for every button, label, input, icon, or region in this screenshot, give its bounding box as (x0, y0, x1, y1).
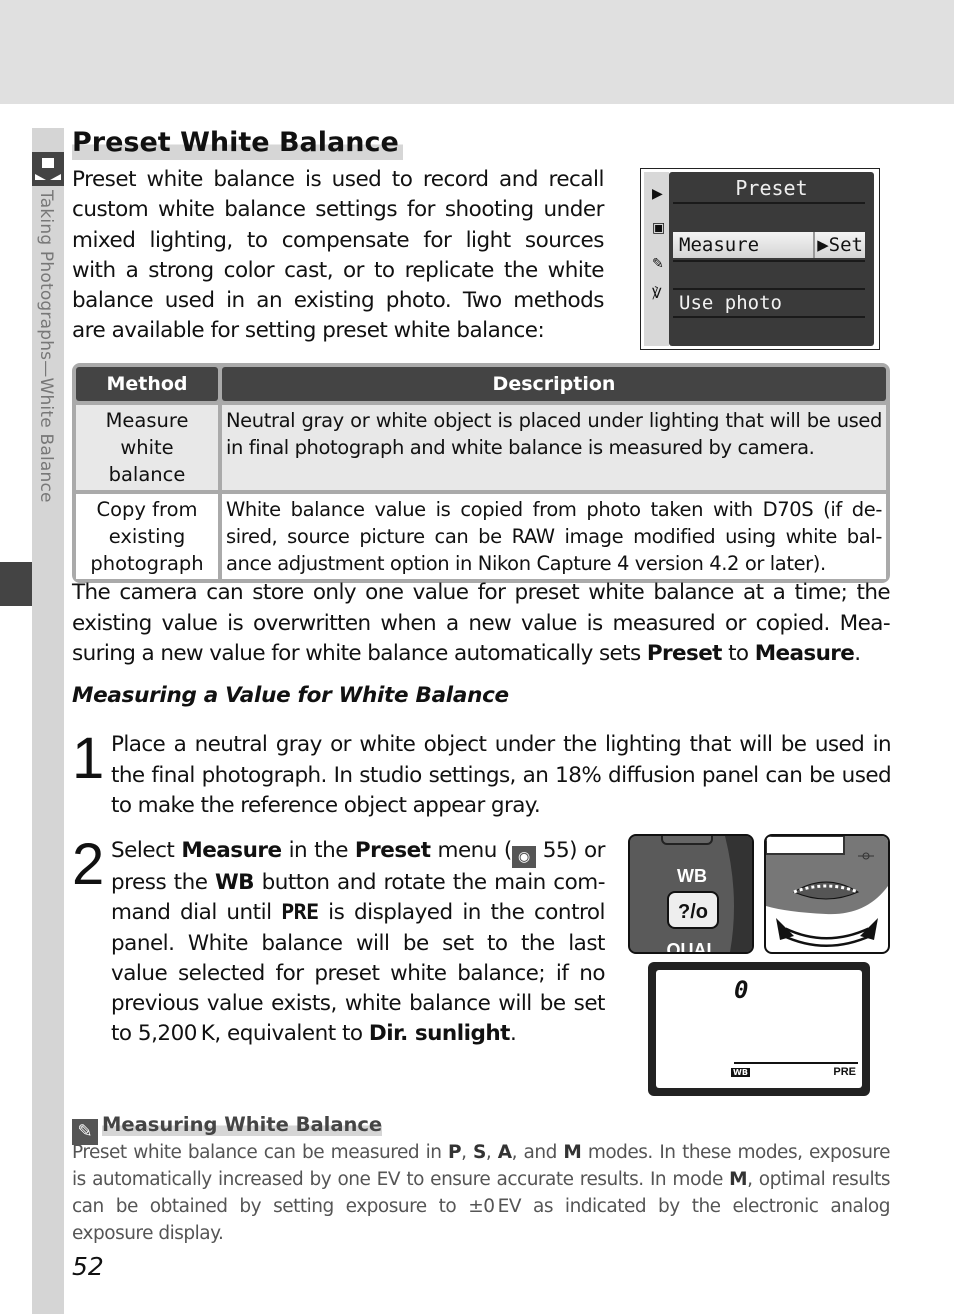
note-body: Preset white balance can be measured in … (72, 1142, 891, 1244)
rotate-right-arrow-icon (860, 918, 878, 940)
description-cell: White balance value is copied from photo… (222, 494, 886, 579)
camera-icon: ▣ (652, 220, 666, 236)
wb-indicator: WB (731, 1068, 750, 1077)
qual-label: QUAL (667, 940, 718, 952)
menu-title: Preset (735, 176, 808, 200)
page-number: 52 (72, 1252, 104, 1281)
methods-table: Method Description Measure white balance… (72, 363, 890, 583)
column-header-description: Description (222, 367, 886, 401)
step-number: 1 (72, 726, 105, 791)
camera-menu-icon (32, 152, 64, 186)
wb-label: WB (677, 866, 707, 886)
page-reference-icon: ◉ (511, 846, 536, 868)
rotate-left-arrow-icon (776, 918, 794, 940)
method-cell: Measure white balance (76, 405, 218, 490)
step-1-text: Place a neutral gray or white object und… (111, 732, 892, 818)
chapter-tab-marker (0, 562, 32, 606)
menu-row-empty (673, 260, 865, 286)
description-cell: Neutral gray or white object is placed u… (222, 405, 886, 490)
step-2-text: Select Measure in the Preset menu (◉ 55)… (111, 838, 606, 1047)
camera-menu-screenshot: ▶ ▣ ✎ ℣ Preset Measure ▶Set Use photo (640, 168, 880, 350)
column-header-method: Method (76, 367, 218, 401)
section-subheading: Measuring a Value for White Balance (72, 683, 509, 708)
storage-paragraph: The camera can store only one value for … (72, 580, 891, 666)
intro-paragraph: Preset white balance is used to record a… (72, 167, 605, 344)
chapter-label: Taking Photographs—White Balance (36, 190, 56, 503)
wrench-icon: ℣ (652, 286, 662, 302)
menu-row-empty (673, 202, 865, 228)
play-icon: ▶ (652, 186, 663, 202)
command-dial-illustration (764, 834, 890, 954)
menu-item-action: ▶Set (813, 232, 865, 258)
menu-item-measure[interactable]: Measure ▶Set (673, 232, 865, 258)
control-panel-illustration: 0 WB PRE (648, 962, 870, 1096)
segment-digit: 0 (734, 976, 749, 1004)
menu-panel: Preset Measure ▶Set Use photo (669, 172, 874, 346)
pre-indicator: PRE (833, 1066, 856, 1078)
step-number: 2 (72, 832, 105, 897)
table-row: Measure white balance Neutral gray or wh… (76, 405, 886, 490)
wb-button-illustration: WB ?/o QUAL (628, 834, 754, 954)
top-margin-band (0, 0, 954, 104)
menu-row-empty (673, 316, 865, 342)
pencil-icon: ✎ (652, 256, 664, 272)
method-cell: Copy from existing photograph (76, 494, 218, 579)
panel-divider (734, 1062, 858, 1064)
menu-tab-strip: ▶ ▣ ✎ ℣ (644, 172, 669, 346)
help-lock-button-icon: ?/o (678, 901, 708, 923)
page-title: Preset White Balance (72, 126, 403, 160)
table-row: Copy from existing photograph White bala… (76, 494, 886, 579)
menu-item-use-photo[interactable]: Use photo (673, 288, 865, 314)
